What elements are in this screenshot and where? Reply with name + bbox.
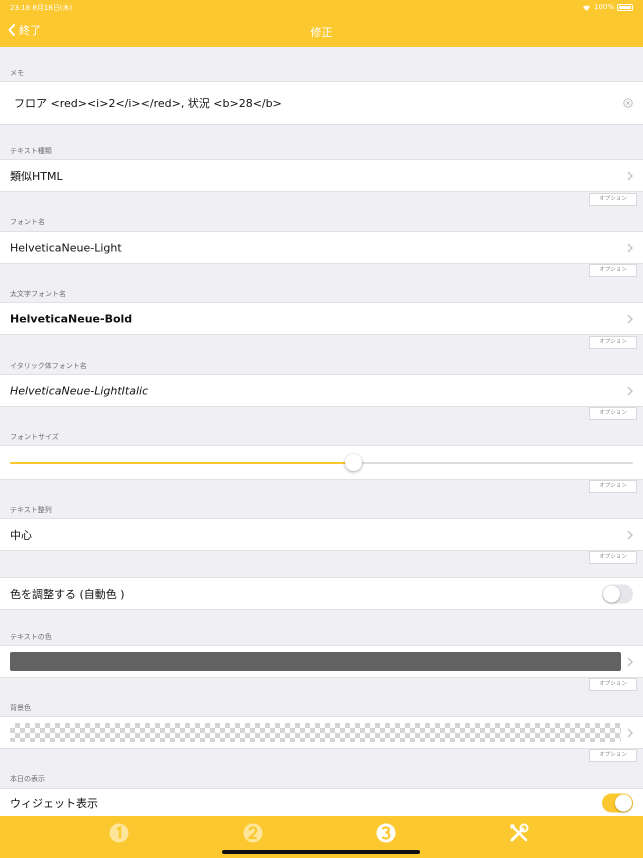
- slider-fill: [10, 462, 353, 464]
- chevron-right-icon: [627, 728, 633, 737]
- text-type-section-label: テキスト種類: [10, 147, 52, 155]
- text-color-swatch: [10, 652, 621, 671]
- widget-row: ウィジェット表示: [0, 788, 643, 818]
- slider-knob[interactable]: [344, 454, 362, 471]
- circled-one-icon: [109, 823, 129, 843]
- font-size-row: [0, 445, 643, 480]
- auto-color-toggle[interactable]: [602, 584, 633, 603]
- widget-label: ウィジェット表示: [10, 797, 98, 810]
- alignment-section-label: テキスト整列: [10, 506, 52, 514]
- bg-color-row[interactable]: [0, 716, 643, 749]
- text-color-section-label: テキストの色: [10, 633, 52, 641]
- chevron-right-icon: [627, 314, 633, 323]
- auto-color-row: 色を調整する (自動色 ): [0, 577, 643, 610]
- toggle-knob: [603, 585, 620, 602]
- bold-font-value: HelveticaNeue-Bold: [10, 312, 133, 325]
- auto-color-label: 色を調整する (自動色 ): [10, 587, 125, 601]
- font-name-value: HelveticaNeue-Light: [10, 241, 122, 254]
- bold-font-section-label: 太文字フォント名: [10, 290, 66, 298]
- circled-two-icon: [243, 823, 263, 843]
- bg-color-swatch: [10, 723, 621, 742]
- page-title: 修正: [310, 26, 333, 39]
- text-type-row[interactable]: 類似HTML: [0, 159, 643, 192]
- battery-percent: 100%: [593, 3, 614, 11]
- memo-field[interactable]: フロア <red><i>2</i></red>, 状況 <b>28</b>: [0, 81, 643, 125]
- italic-font-section-label: イタリック体フォント名: [10, 362, 87, 370]
- status-bar: 23:16 8月18日(木) 100%: [0, 0, 643, 14]
- today-section-label: 本日の表示: [10, 775, 45, 783]
- bold-font-option-button[interactable]: オプション: [589, 336, 637, 349]
- bold-font-row[interactable]: HelveticaNeue-Bold: [0, 302, 643, 335]
- font-name-section-label: フォント名: [10, 218, 45, 226]
- circled-three-icon: [376, 823, 396, 843]
- widget-toggle[interactable]: [602, 793, 633, 813]
- home-indicator: [222, 850, 420, 854]
- battery-icon: [617, 3, 633, 11]
- tools-icon: [510, 823, 529, 842]
- font-size-slider[interactable]: [10, 446, 633, 479]
- chevron-right-icon: [627, 171, 633, 180]
- text-type-option-button[interactable]: オプション: [589, 193, 637, 206]
- chevron-right-icon: [627, 657, 633, 666]
- font-name-option-button[interactable]: オプション: [589, 264, 637, 277]
- italic-font-row[interactable]: HelveticaNeue-LightItalic: [0, 374, 643, 407]
- memo-text: フロア <red><i>2</i></red>, 状況 <b>28</b>: [14, 97, 282, 110]
- bg-color-option-button[interactable]: オプション: [589, 749, 637, 762]
- tab-step-3[interactable]: [375, 822, 397, 844]
- alignment-value: 中心: [10, 528, 32, 542]
- font-name-row[interactable]: HelveticaNeue-Light: [0, 231, 643, 264]
- font-size-option-button[interactable]: オプション: [589, 480, 637, 493]
- navigation-bar: 終了 修正: [0, 14, 643, 47]
- chevron-right-icon: [627, 386, 633, 395]
- alignment-row[interactable]: 中心: [0, 518, 643, 551]
- clear-icon[interactable]: [623, 98, 633, 108]
- status-time: 23:16 8月18日(木): [10, 4, 73, 12]
- italic-font-option-button[interactable]: オプション: [589, 407, 637, 420]
- font-size-section-label: フォントサイズ: [10, 433, 59, 441]
- alignment-option-button[interactable]: オプション: [589, 551, 637, 564]
- wifi-icon: [582, 5, 590, 11]
- tab-step-1[interactable]: [108, 822, 130, 844]
- italic-font-value: HelveticaNeue-LightItalic: [10, 384, 149, 397]
- tab-settings[interactable]: [508, 822, 530, 844]
- toggle-knob: [615, 794, 632, 812]
- text-color-option-button[interactable]: オプション: [589, 678, 637, 691]
- memo-section-label: メモ: [10, 69, 24, 77]
- bg-color-section-label: 背景色: [10, 704, 31, 712]
- chevron-right-icon: [627, 243, 633, 252]
- text-color-row[interactable]: [0, 645, 643, 678]
- tab-step-2[interactable]: [242, 822, 264, 844]
- text-type-value: 類似HTML: [10, 169, 63, 183]
- chevron-right-icon: [627, 530, 633, 539]
